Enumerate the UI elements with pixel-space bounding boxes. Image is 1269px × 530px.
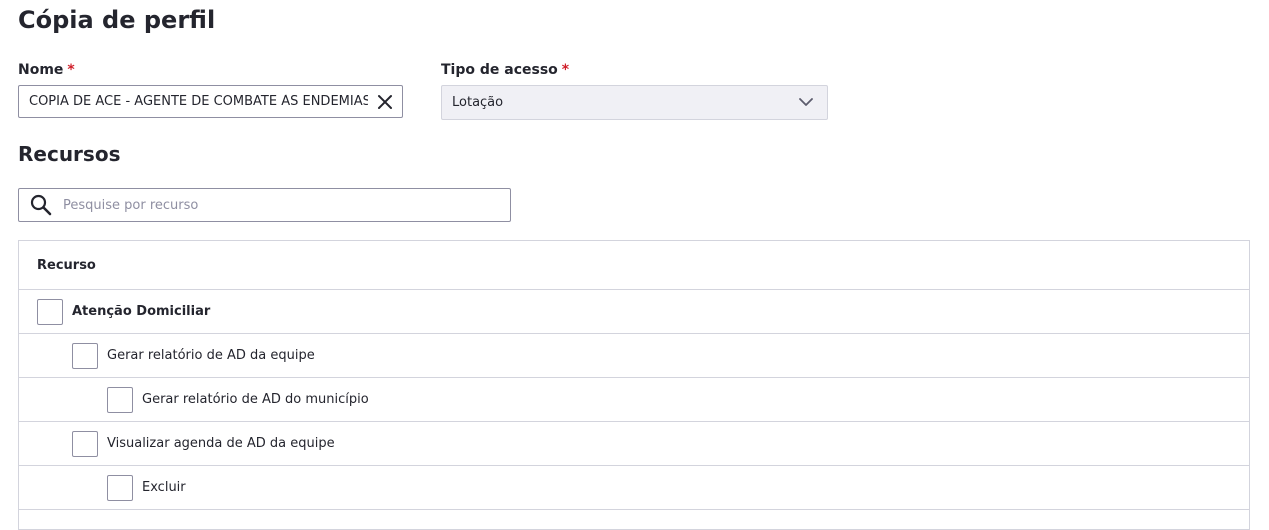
resources-title: Recursos — [18, 142, 121, 166]
table-header: Recurso — [19, 241, 1249, 290]
resources-table: Recurso Atenção Domiciliar Gerar relatóri… — [18, 240, 1250, 530]
name-label-text: Nome — [18, 62, 64, 78]
resource-label: Gerar relatório de AD do município — [142, 392, 369, 407]
resource-label: Gerar relatório de AD da equipe — [107, 348, 315, 363]
resource-label: Atenção Domiciliar — [72, 304, 211, 319]
resource-checkbox[interactable] — [37, 298, 63, 325]
table-row: Excluir — [19, 466, 1249, 510]
resource-checkbox[interactable] — [72, 430, 98, 457]
table-row: Gerar relatório de AD da equipe — [19, 334, 1249, 378]
table-body: Atenção Domiciliar Gerar relatório de AD … — [19, 290, 1249, 510]
name-input[interactable] — [19, 86, 368, 117]
name-field — [18, 85, 403, 118]
page-title: Cópia de perfil — [18, 6, 216, 34]
clear-name-button[interactable] — [368, 86, 402, 117]
table-row: Gerar relatório de AD do município — [19, 378, 1249, 422]
resource-checkbox[interactable] — [107, 386, 133, 413]
resource-checkbox[interactable] — [107, 474, 133, 501]
chevron-down-icon — [799, 98, 813, 106]
resource-label: Excluir — [142, 480, 186, 495]
access-type-value: Lotação — [452, 95, 504, 110]
search-icon — [19, 189, 63, 221]
required-mark: * — [561, 62, 570, 78]
table-row: Visualizar agenda de AD da equipe — [19, 422, 1249, 466]
access-type-label-text: Tipo de acesso — [441, 62, 558, 78]
column-header-recurso: Recurso — [37, 257, 96, 273]
resource-checkbox[interactable] — [72, 342, 98, 369]
close-icon — [378, 94, 392, 109]
resource-search-input[interactable] — [63, 189, 510, 221]
access-type-select[interactable]: Lotação — [441, 85, 828, 120]
required-mark: * — [67, 62, 75, 78]
access-type-field-label: Tipo de acesso * — [441, 62, 569, 78]
name-field-label: Nome * — [18, 62, 75, 78]
resource-search-field — [18, 188, 511, 222]
table-row: Atenção Domiciliar — [19, 290, 1249, 334]
resource-label: Visualizar agenda de AD da equipe — [107, 436, 335, 451]
